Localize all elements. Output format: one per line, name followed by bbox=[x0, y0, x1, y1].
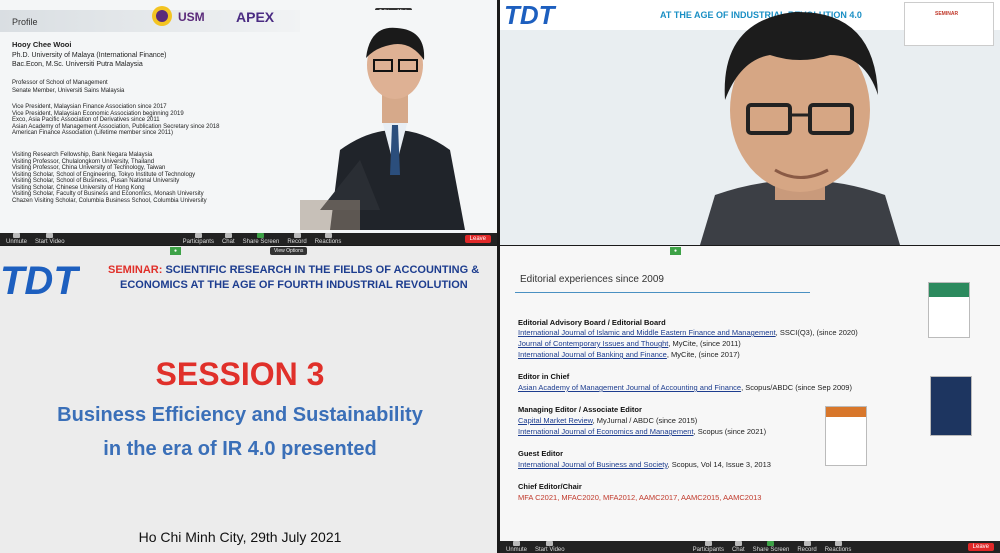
journal-row: Journal of Contemporary Issues and Thoug… bbox=[518, 339, 741, 348]
tdt-logo: TDT bbox=[504, 0, 576, 35]
sec-chief-editor: Chief Editor/Chair bbox=[518, 482, 582, 491]
topic-line2: in the era of IR 4.0 presented bbox=[103, 438, 377, 460]
start-video-button[interactable]: Start Video bbox=[535, 541, 565, 553]
profile-role1: Professor of School of Management bbox=[12, 80, 108, 86]
conference-list: MFA C2021, MFAC2020, MFA2012, AAMC2017, … bbox=[518, 493, 762, 502]
reactions-button[interactable]: Reactions bbox=[825, 541, 851, 553]
journal-cover-1 bbox=[928, 282, 970, 338]
journal-row: International Journal of Banking and Fin… bbox=[518, 350, 740, 359]
svg-text:USM: USM bbox=[178, 10, 205, 24]
svg-text:APEX: APEX bbox=[236, 9, 275, 25]
unmute-button[interactable]: Unmute bbox=[506, 541, 527, 553]
profile-role2: Senate Member, Universiti Sains Malaysia bbox=[12, 88, 125, 94]
svg-text:TDT: TDT bbox=[0, 259, 80, 303]
chat-button[interactable]: Chat bbox=[732, 541, 745, 553]
title-underline bbox=[515, 292, 810, 293]
share-screen-button[interactable]: Share Screen bbox=[243, 233, 279, 245]
session-title: SESSION 3 bbox=[155, 356, 325, 392]
zoom-share-indicator: ● bbox=[170, 247, 182, 255]
zoom-toolbar: Unmute Start Video Participants Chat Sha… bbox=[0, 233, 497, 245]
unmute-button[interactable]: Unmute bbox=[6, 233, 27, 245]
leave-button[interactable]: Leave bbox=[967, 543, 994, 551]
profile-associations: Vice President, Malaysian Finance Associ… bbox=[12, 104, 220, 136]
sec-editorial-board: Editorial Advisory Board / Editorial Boa… bbox=[518, 318, 666, 327]
start-video-button[interactable]: Start Video bbox=[35, 233, 65, 245]
sec-editor-in-chief: Editor in Chief bbox=[518, 372, 570, 381]
journal-row: International Journal of Islamic and Mid… bbox=[518, 328, 858, 337]
video-tile-speaker: TDT AT THE AGE OF INDUSTRIAL REVOLUTION … bbox=[500, 0, 1000, 245]
profile-degree1: Ph.D. University of Malaya (Internationa… bbox=[12, 52, 167, 59]
reactions-button[interactable]: Reactions bbox=[315, 233, 341, 245]
record-button[interactable]: Record bbox=[797, 541, 817, 553]
journal-row: Asian Academy of Management Journal of A… bbox=[518, 383, 852, 392]
svg-text:TDT: TDT bbox=[504, 0, 557, 30]
zoom-toolbar: Unmute Start Video Participants Chat Sha… bbox=[500, 541, 1000, 553]
speaker-photo bbox=[300, 10, 490, 230]
profile-visiting: Visiting Research Fellowship, Bank Negar… bbox=[12, 152, 207, 204]
slide-session: ● View Options TDT SEMINAR: SCIENTIFIC R… bbox=[0, 246, 497, 553]
leave-button[interactable]: Leave bbox=[464, 235, 491, 243]
participants-button[interactable]: Participants bbox=[693, 541, 724, 553]
view-options-button[interactable]: View Options bbox=[270, 247, 308, 255]
profile-name: Hooy Chee Wooi bbox=[12, 40, 72, 49]
journal-row: International Journal of Economics and M… bbox=[518, 427, 767, 436]
journal-cover-3 bbox=[825, 406, 867, 466]
date-line: Ho Chi Minh City, 29th July 2021 bbox=[138, 529, 342, 545]
apex-logo: APEX bbox=[236, 6, 288, 31]
share-screen-button[interactable]: Share Screen bbox=[753, 541, 789, 553]
sec-guest-editor: Guest Editor bbox=[518, 449, 564, 458]
profile-degree2: Bac.Econ, M.Sc. Universiti Putra Malaysi… bbox=[12, 61, 143, 68]
editorial-title: Editorial experiences since 2009 bbox=[520, 274, 664, 285]
tdt-logo: TDT bbox=[0, 256, 81, 311]
usm-logo: USM bbox=[150, 2, 230, 30]
record-button[interactable]: Record bbox=[287, 233, 307, 245]
video-tile-profile: Profile USM APEX Talking: Minh Hooy Chee… bbox=[0, 0, 497, 245]
journal-row: International Journal of Business and So… bbox=[518, 460, 771, 469]
journal-cover-2 bbox=[930, 376, 972, 436]
sec-managing-editor: Managing Editor / Associate Editor bbox=[518, 405, 642, 414]
slide-editorial: ● Editorial experiences since 2009 Edito… bbox=[500, 246, 1000, 553]
chat-button[interactable]: Chat bbox=[222, 233, 235, 245]
zoom-share-indicator: ● bbox=[670, 247, 682, 255]
profile-title: Profile bbox=[12, 17, 38, 27]
speaker-video bbox=[700, 11, 900, 245]
seminar-heading: SEMINAR: SCIENTIFIC RESEARCH IN THE FIEL… bbox=[108, 264, 480, 291]
participants-button[interactable]: Participants bbox=[183, 233, 214, 245]
journal-row: Capital Market Review, MyJurnal / ABDC (… bbox=[518, 416, 698, 425]
topic-line1: Business Efficiency and Sustainability bbox=[57, 404, 423, 426]
